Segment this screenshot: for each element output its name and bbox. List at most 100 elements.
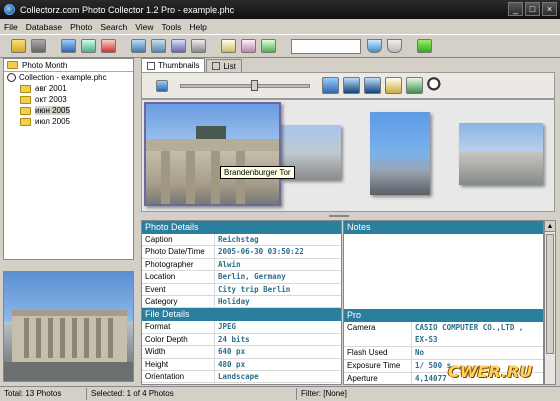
horizontal-splitter[interactable] [141,212,555,220]
window-controls: _ □ × [508,2,557,16]
notes-body[interactable] [344,234,543,309]
detail-value: JPEG [218,322,237,332]
tree-item[interactable]: авг 2001 [4,83,133,94]
detail-key: Height [142,358,215,370]
collection-icon [7,73,16,82]
large-thumbnails-button[interactable] [322,77,339,94]
search-input[interactable] [291,38,361,54]
tab-thumbnails[interactable]: Thumbnails [141,58,206,72]
email-button[interactable] [169,37,187,55]
thumbnail-selected[interactable] [144,102,281,206]
new-folder-button[interactable] [9,37,27,55]
status-selected: Selected: 1 of 4 Photos [87,388,297,400]
maximize-button[interactable]: □ [525,2,540,16]
small-thumbnails-button[interactable] [156,79,168,92]
menu-file[interactable]: File [4,22,18,32]
view-tabs: Thumbnails List [141,58,243,72]
detail-row: Height 480 px [142,358,341,371]
view-columns-button[interactable] [219,37,237,55]
detail-value: 480 px [218,359,246,369]
edit-image-button[interactable] [385,77,402,94]
pro-key: Exposure Time [344,360,412,372]
detail-key: Caption [142,234,215,246]
notes-pro-panel: Notes Pro Camera CASIO COMPUTER CO.,LTD … [343,220,544,385]
sort-icon [260,39,276,53]
add-photo-button[interactable] [59,37,77,55]
slider-knob[interactable] [251,79,258,91]
tree-item-label: июн 2005 [35,106,70,115]
import-button[interactable] [129,37,147,55]
detail-row: Color Depth 24 bits [142,333,341,347]
detail-row: Category Holiday [142,295,341,309]
folder-icon [20,84,31,93]
scrollbar-thumb[interactable] [546,234,554,354]
tree-header[interactable]: Photo Month [4,59,133,72]
tree-root[interactable]: Collection - example.phc [4,72,133,83]
menu-help[interactable]: Help [189,22,206,32]
tree-item-label: окт 2003 [35,95,67,104]
pro-value-line1: CASIO COMPUTER CO.,LTD , [415,323,524,332]
close-button[interactable]: × [542,2,557,16]
detail-value: City trip Berlin [218,284,291,294]
thumbnail[interactable] [459,123,543,185]
details-scrollbar[interactable]: ▲ [544,220,556,385]
menu-database[interactable]: Database [26,22,62,32]
delete-photo-button[interactable] [99,37,117,55]
detail-row: Photographer Alwin [142,258,341,272]
detail-value: Berlin, Germany [218,272,286,282]
folder-icon [20,117,31,126]
pro-row: Camera CASIO COMPUTER CO.,LTD , EX-S3 [344,322,543,347]
thumbnail-size-slider[interactable] [180,79,310,91]
detail-key: Format [142,321,215,333]
rotate-left-button[interactable] [343,77,360,94]
edit-list-icon [240,39,256,53]
rotate-right-button[interactable] [364,77,381,94]
photo-details-heading: Photo Details [142,221,341,234]
tree-item-selected[interactable]: июн 2005 [4,105,133,116]
pro-key: Camera [344,322,412,346]
print-button[interactable] [189,37,207,55]
detail-key: Event [142,283,215,295]
thumbnail[interactable] [370,112,430,195]
tree-item[interactable]: июл 2005 [4,116,133,127]
pro-value: CASIO COMPUTER CO.,LTD , EX-S3 [412,322,523,346]
detail-key: Photographer [142,258,215,271]
clear-filter-button[interactable] [385,37,403,55]
tree-root-label: Collection - example.phc [19,73,107,82]
export-button[interactable] [149,37,167,55]
minimize-button[interactable]: _ [508,2,523,16]
camera-button[interactable] [29,37,47,55]
detail-row: Location Berlin, Germany [142,271,341,284]
brandenburg-gate-image [146,126,279,204]
menu-tools[interactable]: Tools [162,22,182,32]
detail-value: 24 bits [218,334,250,344]
camera-icon [30,39,46,53]
edit-list-button[interactable] [239,37,257,55]
detail-key: Orientation [142,370,215,383]
menu-search[interactable]: Search [100,22,127,32]
pro-key: Aperture [344,373,412,384]
tree-header-label: Photo Month [22,60,68,70]
filter-button[interactable] [365,37,383,55]
detail-value: Reichstag [218,235,259,244]
help-button[interactable] [415,37,433,55]
detail-value: 2005-06-30 03:50:22 [218,247,304,257]
detail-row: Format JPEG [142,321,341,334]
detail-row: Photo Date/Time 2005-06-30 03:50:22 [142,246,341,259]
edit-photo-button[interactable] [79,37,97,55]
zoom-button[interactable] [427,77,444,94]
scroll-up-arrow-icon[interactable]: ▲ [545,221,555,232]
menu-photo[interactable]: Photo [70,22,92,32]
detail-key: Photo Date/Time [142,246,215,258]
sort-button[interactable] [259,37,277,55]
file-details-heading: File Details [142,308,341,322]
menu-view[interactable]: View [135,22,153,32]
slideshow-button[interactable] [406,77,423,94]
pro-value-line2: EX-S3 [415,335,438,344]
status-bar: Total: 13 Photos Selected: 1 of 4 Photos… [0,386,560,401]
tree-item[interactable]: окт 2003 [4,94,133,105]
status-filter: Filter: [None] [301,389,347,398]
tab-list[interactable]: List [206,59,242,72]
pro-heading: Pro [344,309,543,322]
detail-row: Caption Reichstag [142,234,341,247]
